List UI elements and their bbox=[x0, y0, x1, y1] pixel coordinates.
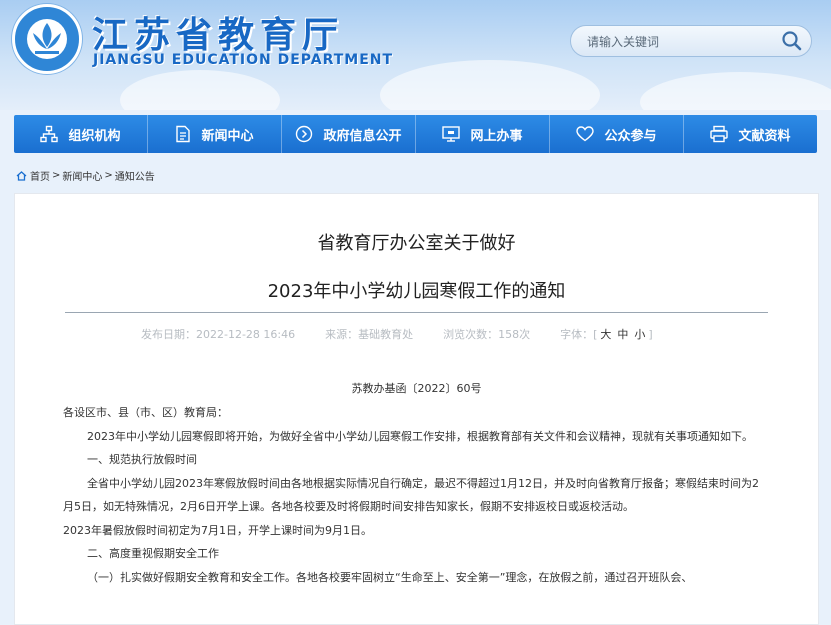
article-title-line1: 省教育厅办公室关于做好 bbox=[317, 233, 516, 254]
nav-label: 网上办事 bbox=[470, 128, 523, 144]
paragraph: （一）扎实做好假期安全教育和安全工作。各地各校要牢固树立“生命至上、安全第一”理… bbox=[87, 570, 693, 584]
nav-label: 文献资料 bbox=[738, 128, 791, 144]
section-heading: 二、高度重视假期安全工作 bbox=[87, 547, 219, 560]
education-department-logo[interactable] bbox=[12, 4, 82, 74]
view-count: 浏览次数：158次 bbox=[443, 328, 531, 341]
nav-label: 政府信息公开 bbox=[323, 128, 402, 144]
breadcrumb-current[interactable]: 通知公告 bbox=[115, 168, 155, 183]
section-heading: 一、规范执行放假时间 bbox=[87, 453, 197, 466]
font-size-selector: 字体：[大中小] bbox=[560, 326, 653, 342]
font-size-label: 字体：[ bbox=[560, 328, 598, 341]
info-icon bbox=[296, 125, 313, 143]
article-card: 省教育厅办公室关于做好 2023年中小学幼儿园寒假工作的通知 发布日期：2022… bbox=[14, 193, 819, 625]
nav-label: 组织机构 bbox=[68, 128, 121, 144]
paragraph: 全省中小学幼儿园2023年寒假放假时间由各地根据实际情况自行确定，最迟不得超过1… bbox=[63, 476, 759, 514]
search-box bbox=[570, 25, 812, 57]
cloud-decoration bbox=[120, 70, 280, 110]
site-title[interactable]: 江苏省教育厅 bbox=[92, 6, 344, 58]
site-subtitle: JIANGSU EDUCATION DEPARTMENT bbox=[93, 52, 394, 68]
nav-item-news[interactable]: 新闻中心 bbox=[148, 115, 282, 153]
article-body: 各设区市、县（市、区）教育局： 2023年中小学幼儿园寒假即将开始，为做好全省中… bbox=[63, 401, 769, 589]
printer-icon bbox=[710, 125, 729, 143]
font-size-medium[interactable]: 中 bbox=[617, 328, 628, 341]
nav-item-public-participation[interactable]: 公众参与 bbox=[550, 115, 684, 153]
font-size-bracket: ] bbox=[648, 328, 653, 341]
cloud-decoration bbox=[640, 72, 831, 110]
paragraph: 2023年中小学幼儿园寒假即将开始，为做好全省中小学幼儿园寒假工作安排，根据教育… bbox=[87, 429, 753, 443]
paragraph: 2023年暑假放假时间初定为7月1日，开学上课时间为9月1日。 bbox=[63, 523, 372, 537]
nav-label: 公众参与 bbox=[604, 128, 657, 144]
breadcrumb-separator: > bbox=[104, 170, 113, 181]
salutation: 各设区市、县（市、区）教育局： bbox=[63, 406, 228, 419]
font-size-small[interactable]: 小 bbox=[634, 328, 645, 341]
nav-item-online-services[interactable]: 网上办事 bbox=[416, 115, 550, 153]
heart-icon bbox=[576, 126, 595, 142]
article-source: 来源：基础教育处 bbox=[325, 328, 414, 341]
search-icon[interactable] bbox=[781, 30, 803, 52]
publish-date: 发布日期：2022-12-28 16:46 bbox=[141, 328, 296, 341]
nav-item-literature[interactable]: 文献资料 bbox=[684, 115, 817, 153]
breadcrumb-news[interactable]: 新闻中心 bbox=[62, 168, 102, 183]
org-chart-icon bbox=[40, 125, 59, 143]
breadcrumb: 首页 > 新闻中心 > 通知公告 bbox=[16, 168, 157, 183]
document-icon bbox=[176, 125, 191, 143]
nav-label: 新闻中心 bbox=[201, 128, 254, 144]
article-meta: 发布日期：2022-12-28 16:46 来源：基础教育处 浏览次数：158次… bbox=[141, 326, 653, 342]
cloud-decoration bbox=[380, 60, 600, 110]
main-nav: 组织机构 新闻中心 政府信息公开 网上办事 公众参与 文献资料 bbox=[14, 115, 817, 153]
search-input[interactable] bbox=[585, 31, 779, 53]
breadcrumb-separator: > bbox=[52, 170, 61, 181]
font-size-large[interactable]: 大 bbox=[600, 328, 611, 341]
title-divider bbox=[65, 312, 768, 313]
document-number: 苏教办基函〔2022〕60号 bbox=[351, 382, 482, 395]
site-header: 江苏省教育厅 JIANGSU EDUCATION DEPARTMENT bbox=[0, 0, 831, 110]
monitor-icon bbox=[442, 126, 461, 142]
nav-item-gov-info[interactable]: 政府信息公开 bbox=[282, 115, 416, 153]
breadcrumb-home[interactable]: 首页 bbox=[30, 168, 50, 183]
article-title-line2: 2023年中小学幼儿园寒假工作的通知 bbox=[267, 281, 566, 302]
home-icon bbox=[16, 170, 27, 181]
nav-item-organization[interactable]: 组织机构 bbox=[14, 115, 148, 153]
